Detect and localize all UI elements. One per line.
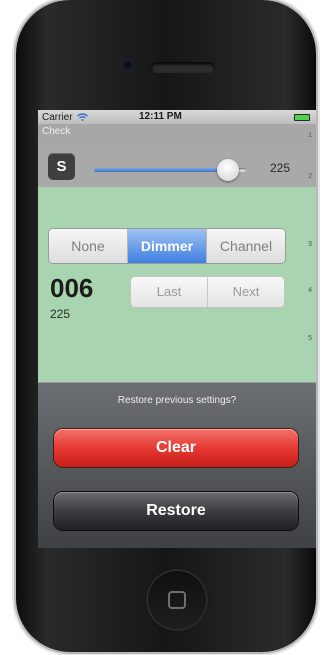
- restore-button[interactable]: Restore: [54, 492, 298, 530]
- status-bar: Carrier 12:11 PM: [38, 110, 316, 124]
- segment-dimmer[interactable]: Dimmer: [128, 229, 207, 263]
- level-slider-fill: [94, 168, 228, 172]
- home-button[interactable]: [146, 569, 208, 631]
- earpiece-speaker: [151, 62, 215, 73]
- wifi-icon: [77, 113, 89, 121]
- channel-panel: None Dimmer Channel 3 006 225 Last Next …: [38, 187, 316, 387]
- battery-icon: [294, 114, 310, 121]
- home-square-icon: [168, 591, 186, 609]
- nav-title: Check: [42, 126, 71, 137]
- clear-button[interactable]: Clear: [54, 429, 298, 467]
- carrier-label: Carrier: [42, 112, 89, 123]
- action-sheet-message: Restore previous settings?: [117, 395, 237, 406]
- channel-value: 225: [50, 307, 71, 321]
- last-button[interactable]: Last: [131, 277, 208, 307]
- iphone-device: Carrier 12:11 PM Check 1 S 225 2 None Di…: [12, 0, 316, 655]
- navigation-bar: Check 1: [38, 124, 316, 143]
- row-number: 4: [308, 287, 312, 294]
- navigation-segmented-control: Last Next: [130, 276, 285, 308]
- segment-none[interactable]: None: [49, 229, 128, 263]
- channel-number: 006: [50, 273, 94, 303]
- s-button[interactable]: S: [48, 153, 75, 180]
- device-bezel: Carrier 12:11 PM Check 1 S 225 2 None Di…: [16, 0, 316, 652]
- status-time: 12:11 PM: [139, 111, 182, 122]
- slider-row: S 225 2: [38, 143, 316, 187]
- next-button[interactable]: Next: [208, 277, 284, 307]
- front-camera-icon: [122, 59, 134, 71]
- segment-channel[interactable]: Channel: [207, 229, 285, 263]
- row-number: 5: [308, 335, 312, 342]
- level-slider-thumb[interactable]: [216, 159, 239, 181]
- mode-segmented-control: None Dimmer Channel: [48, 228, 286, 264]
- action-sheet: Restore previous settings? Clear Restore: [38, 382, 316, 548]
- row-number: 2: [308, 173, 312, 180]
- row-number: 3: [308, 241, 312, 248]
- app-screen: Carrier 12:11 PM Check 1 S 225 2 None Di…: [38, 110, 316, 548]
- slider-value: 225: [270, 161, 291, 175]
- row-number: 1: [308, 132, 312, 139]
